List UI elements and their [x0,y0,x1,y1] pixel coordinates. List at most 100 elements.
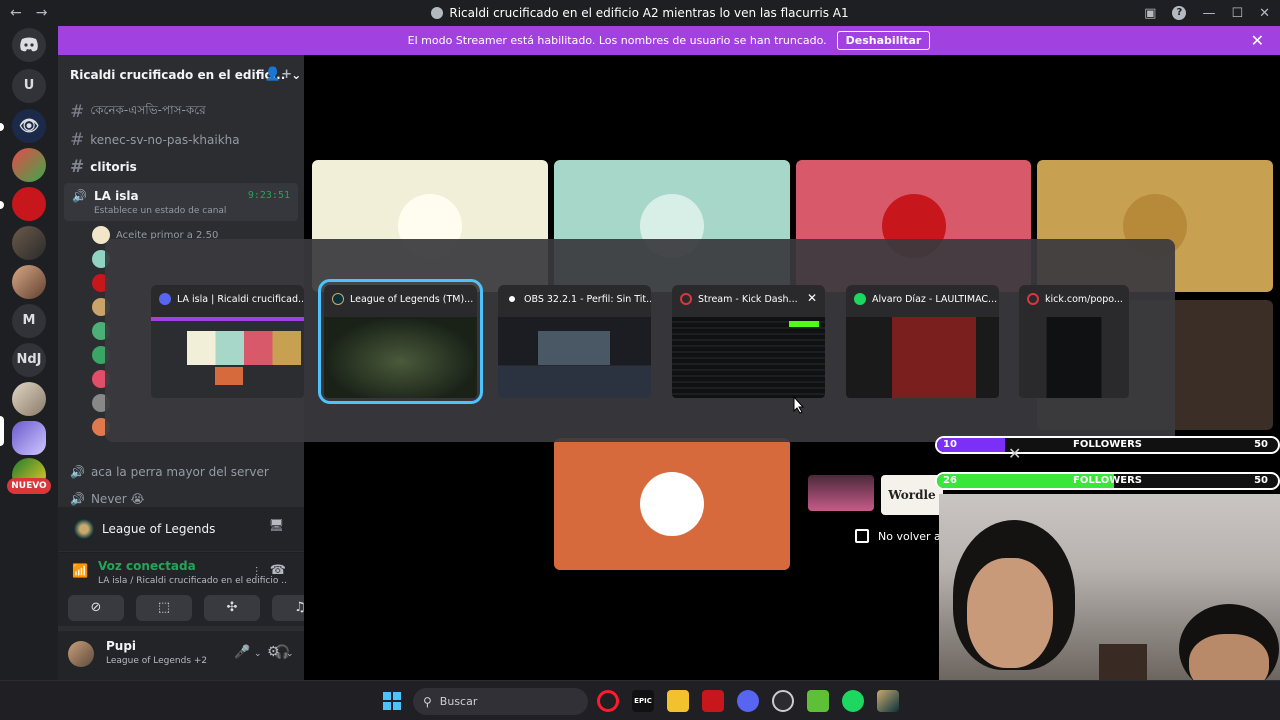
activity-game: League of Legends [102,522,216,536]
signal-icon[interactable]: 📶 [72,564,88,579]
server-avatar-1[interactable] [12,148,46,182]
forward-icon[interactable]: → [36,5,48,21]
switcher-window-title: Alvaro Díaz - LAULTIMAC... [872,293,998,305]
followers-bar: 10 FOLLOWERS 50 [935,436,1280,454]
friend-face [1189,634,1269,680]
league-icon [332,293,344,305]
back-icon[interactable]: ← [10,5,22,21]
screen-share-icon[interactable]: 🖥 [269,518,284,532]
switcher-window-title: OBS 32.2.1 - Perfil: Sin Tit... [524,293,651,305]
webcam-overlay [939,494,1280,680]
window-controls: ▣ ? — ☐ ✕ [1144,0,1270,26]
switcher-window-selected[interactable]: League of Legends (TM)... [318,279,483,404]
voice-channel-active[interactable]: 🔊 LA isla 9:23:51 Establece un estado de… [64,183,298,221]
invite-user-icon[interactable]: 👤+ [265,67,292,82]
close-window-icon[interactable]: ✕ [807,291,817,305]
switcher-window[interactable]: Alvaro Díaz - LAULTIMAC... [846,285,999,398]
opera-gx-icon[interactable] [597,690,619,712]
new-badge: NUEVO [7,478,51,494]
close-banner-icon[interactable]: ✕ [1251,31,1264,50]
server-header[interactable]: Ricaldi crucificado en el edific... ⌄ 👤+ [58,55,304,95]
taskbar-search[interactable]: ⚲ Buscar [413,688,588,715]
selected-pill [0,416,4,446]
user-activity: League of Legends +2 [106,656,208,666]
speaker-icon: 🔊 [72,189,87,203]
speaker-icon: 🔊 [70,492,85,506]
discord-home-icon[interactable] [12,28,46,62]
server-avatar-3[interactable] [12,226,46,260]
screen-share-button[interactable]: ⬚ [136,595,192,621]
switcher-window[interactable]: Stream - Kick Dash... ✕ [672,285,825,398]
minecraft-icon[interactable] [807,690,829,712]
window-titlebar: ← → Ricaldi crucificado en el edificio A… [0,0,1280,26]
server-ndj[interactable]: NdJ [12,343,46,377]
switcher-window[interactable]: LA isla | Ricaldi crucificad... [151,285,304,398]
server-icon [431,7,444,19]
screen: ← → Ricaldi crucificado en el edificio A… [0,0,1280,720]
server-avatar-5[interactable] [12,382,46,416]
obs-taskbar-icon[interactable] [772,690,794,712]
voice-channel-item[interactable]: 🔊 aca la perra mayor del server [70,465,269,479]
activity-thumbnail[interactable] [808,475,874,511]
spotify-taskbar-icon[interactable] [842,690,864,712]
window-thumbnail [1019,317,1129,398]
server-avatar-4[interactable] [12,265,46,299]
speaker-icon: 🔊 [70,465,85,479]
maximize-button[interactable]: ☐ [1231,6,1243,21]
switcher-window[interactable]: kick.com/popo... [1019,285,1129,398]
voice-connected-panel: 📶 Voz conectada LA isla / Ricaldi crucif… [58,552,328,626]
inbox-icon[interactable]: ▣ [1144,6,1156,21]
followers-goal: 50 [1254,475,1268,486]
window-title: Ricaldi crucificado en el edificio A2 mi… [0,6,1280,20]
microphone-icon[interactable]: 🎤 [234,645,250,660]
switcher-window[interactable]: OBS 32.2.1 - Perfil: Sin Tit... [498,285,651,398]
server-m[interactable]: M [12,304,46,338]
channel-label: clitoris [90,160,137,174]
server-u[interactable]: U [12,69,46,103]
channel-item[interactable]: # clitoris [64,154,298,180]
voice-channel-item[interactable]: 🔊 Never 😭 [70,492,145,506]
channel-label: কেনেক-এসভি-পাস-করে [90,103,206,117]
window-thumbnail [672,317,825,398]
voice-connected-subtitle[interactable]: LA isla / Ricaldi crucificado en el edif… [98,576,288,586]
channel-status-prompt[interactable]: Establece un estado de canal [94,206,226,216]
gear-icon[interactable]: ⚙ [267,644,280,660]
disconnect-icon[interactable]: ☎ [270,563,286,578]
league-taskbar-icon[interactable] [877,690,899,712]
participant-tile[interactable] [554,438,790,570]
riot-app-icon[interactable] [702,690,724,712]
windows-start-icon[interactable] [381,690,403,712]
username: Pupi [106,639,137,653]
switcher-window-title: kick.com/popo... [1045,293,1123,305]
activities-button[interactable]: ✣ [204,595,260,621]
server-name: Ricaldi crucificado en el edific... [70,68,286,82]
close-button[interactable]: ✕ [1259,6,1270,21]
search-icon: ⚲ [423,694,432,709]
camera-off-button[interactable]: ⊘ [68,595,124,621]
channel-item[interactable]: # কেনেক-এসভি-পাস-করে [64,99,298,125]
voice-timer: 9:23:51 [247,190,290,201]
disable-streamer-button[interactable]: Deshabilitar [836,31,931,50]
switcher-window-title: Stream - Kick Dash... [698,293,798,305]
chevron-down-icon[interactable]: ⌄ [254,649,262,659]
followers-label: FOLLOWERS [1073,475,1142,486]
channel-item[interactable]: # kenec-sv-no-pas-khaikha [64,127,298,153]
avatar[interactable] [68,641,94,667]
wordle-activity[interactable]: Wordle [881,475,943,515]
close-icon: ✕ [1008,444,1022,463]
noise-suppression-icon[interactable]: ⫶ [255,565,258,580]
switcher-window-title: League of Legends (TM)... [350,293,474,305]
server-eye[interactable]: 👁 [12,109,46,143]
help-icon[interactable]: ? [1172,6,1187,20]
search-placeholder: Buscar [439,695,478,708]
window-thumbnail [324,317,477,398]
server-avatar-2[interactable] [12,187,46,221]
no-volver-checkbox[interactable] [855,529,869,543]
server-avatar-active[interactable] [12,421,46,455]
discord-taskbar-icon[interactable] [737,690,759,712]
minimize-button[interactable]: — [1202,6,1215,21]
chevron-down-icon[interactable]: ⌄ [286,649,294,659]
epic-games-icon[interactable]: EPIC [632,690,654,712]
nav-buttons: ← → [10,5,47,21]
file-explorer-icon[interactable] [667,690,689,712]
